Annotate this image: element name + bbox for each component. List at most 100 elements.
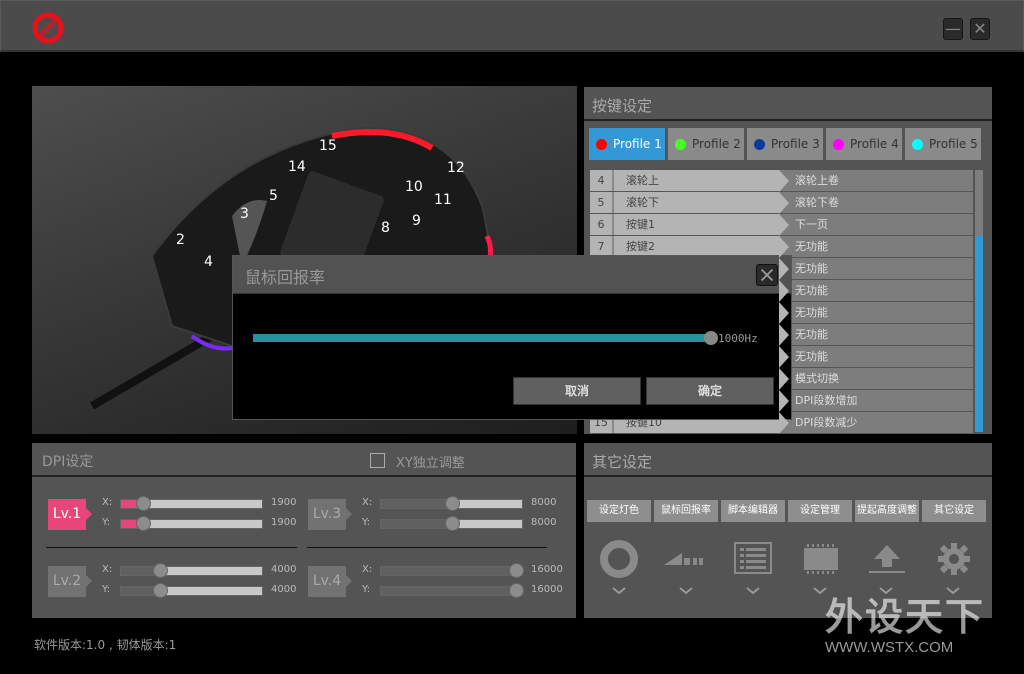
slider-track <box>143 520 262 528</box>
key-function[interactable]: 滚轮上卷 <box>779 170 973 191</box>
close-button[interactable]: ✕ <box>970 18 990 40</box>
tab-profile-5[interactable]: Profile 5 <box>905 128 981 160</box>
other-settings-button[interactable]: 其它设定 <box>922 500 986 522</box>
dpi-y-slider[interactable] <box>120 583 263 598</box>
tab-profile-1[interactable]: Profile 1 <box>589 128 665 160</box>
key-function[interactable]: 滚轮下卷 <box>779 192 973 213</box>
signal-icon[interactable] <box>664 539 706 579</box>
dpi-value: 1900 <box>271 517 297 528</box>
scrollbar-thumb[interactable] <box>975 236 983 432</box>
polling-rate-slider[interactable] <box>253 334 711 342</box>
slider-knob[interactable] <box>445 496 460 511</box>
slider-knob[interactable] <box>509 583 524 598</box>
slider-knob[interactable] <box>153 563 168 578</box>
dpi-y-slider[interactable] <box>380 583 524 598</box>
button-number-label: 15 <box>319 138 337 154</box>
key-mapping-row[interactable]: 6 按键1 下一页 <box>590 214 973 236</box>
set-light-color-button[interactable]: 设定灯色 <box>587 500 651 522</box>
key-function[interactable]: 模式切换 <box>779 368 973 389</box>
key-function[interactable]: 无功能 <box>779 324 973 345</box>
dpi-x-slider[interactable] <box>380 496 523 511</box>
slider-track <box>452 520 522 528</box>
button-number-label: 14 <box>288 159 306 175</box>
key-number: 5 <box>590 192 614 213</box>
version-info: 软件版本:1.0 , 韧体版本:1 <box>34 638 177 652</box>
dpi-y-slider[interactable] <box>120 516 263 531</box>
lift-off-distance-button[interactable]: 提起高度调整 <box>855 500 919 522</box>
xy-independent-checkbox[interactable] <box>370 453 385 468</box>
dialog-close-button[interactable] <box>756 264 778 286</box>
button-number-label: 11 <box>434 192 452 208</box>
profile-color-dot <box>912 138 923 150</box>
dpi-value: 8000 <box>531 517 557 528</box>
chevron-down-icon[interactable] <box>745 586 761 596</box>
key-mapping-row[interactable]: 5 滚轮下 滚轮下卷 <box>590 192 973 214</box>
profile-tab-label: Profile 2 <box>692 137 741 151</box>
slider-knob[interactable] <box>136 496 151 511</box>
dpi-x-slider[interactable] <box>120 563 263 578</box>
button-number-label: 12 <box>447 160 465 176</box>
dpi-value: 8000 <box>531 497 557 508</box>
key-name: 按键2 <box>614 236 789 258</box>
slider-fill <box>381 520 452 528</box>
script-editor-button[interactable]: 脚本编辑器 <box>721 500 785 522</box>
gear-icon[interactable] <box>933 539 975 579</box>
cancel-button[interactable]: 取消 <box>513 377 641 405</box>
key-function[interactable]: 无功能 <box>779 280 973 301</box>
dpi-axis-label: Y: <box>362 584 371 595</box>
key-function[interactable]: 下一页 <box>779 214 973 235</box>
polling-rate-value: 1000Hz <box>718 332 758 345</box>
key-table-scrollbar[interactable] <box>975 170 983 432</box>
button-number-label: 10 <box>405 179 423 195</box>
key-function[interactable]: 无功能 <box>779 258 973 279</box>
polling-rate-slider-knob[interactable] <box>704 331 718 345</box>
slider-fill <box>381 500 452 508</box>
other-settings-title: 其它设定 <box>584 443 992 477</box>
memory-chip-icon[interactable] <box>800 539 842 579</box>
chevron-down-icon[interactable] <box>678 586 694 596</box>
profile-tab-label: Profile 3 <box>771 137 820 151</box>
other-settings-buttons: 设定灯色 鼠标回报率 脚本编辑器 设定管理 提起高度调整 其它设定 <box>587 500 986 522</box>
key-mapping-row[interactable]: 4 滚轮上 滚轮上卷 <box>590 170 973 192</box>
dpi-divider <box>307 547 547 548</box>
key-name: 按键1 <box>614 214 789 236</box>
profile-color-dot <box>675 138 686 150</box>
list-icon[interactable] <box>732 539 774 579</box>
button-number-label: 3 <box>240 206 249 222</box>
dpi-y-slider[interactable] <box>380 516 523 531</box>
slider-knob[interactable] <box>136 516 151 531</box>
dpi-axis-label: X: <box>362 564 373 575</box>
dpi-level-badge[interactable]: Lv.2 <box>48 566 92 597</box>
dpi-level-badge[interactable]: Lv.4 <box>308 566 352 597</box>
button-number-label: 2 <box>176 232 185 248</box>
polling-rate-button[interactable]: 鼠标回报率 <box>654 500 718 522</box>
key-function[interactable]: 无功能 <box>779 236 973 257</box>
dpi-x-slider[interactable] <box>380 563 524 578</box>
minimize-button[interactable]: — <box>943 18 963 40</box>
slider-knob[interactable] <box>153 583 168 598</box>
slider-knob[interactable] <box>445 516 460 531</box>
dpi-level-badge[interactable]: Lv.3 <box>308 499 352 530</box>
upload-icon[interactable] <box>866 539 908 579</box>
tab-profile-3[interactable]: Profile 3 <box>747 128 823 160</box>
key-number: 4 <box>590 170 614 191</box>
dpi-x-slider[interactable] <box>120 496 263 511</box>
ring-icon[interactable] <box>598 539 640 579</box>
chevron-down-icon[interactable] <box>611 586 627 596</box>
tab-profile-2[interactable]: Profile 2 <box>668 128 744 160</box>
close-icon: ✕ <box>973 19 987 38</box>
key-function[interactable]: DPI段数减少 <box>779 412 973 433</box>
watermark-cn: 外设天下 <box>825 595 986 639</box>
key-settings-title: 按键设定 <box>584 87 992 121</box>
dpi-level-badge[interactable]: Lv.1 <box>48 499 92 530</box>
key-function[interactable]: 无功能 <box>779 302 973 323</box>
slider-track <box>160 567 262 575</box>
tab-profile-4[interactable]: Profile 4 <box>826 128 902 160</box>
confirm-button[interactable]: 确定 <box>646 377 774 405</box>
slider-knob[interactable] <box>509 563 524 578</box>
dpi-value: 16000 <box>531 584 563 595</box>
key-function[interactable]: DPI段数增加 <box>779 390 973 411</box>
settings-management-button[interactable]: 设定管理 <box>788 500 852 522</box>
key-function[interactable]: 无功能 <box>779 346 973 367</box>
dpi-header: DPI设定 XY独立调整 <box>32 443 576 477</box>
